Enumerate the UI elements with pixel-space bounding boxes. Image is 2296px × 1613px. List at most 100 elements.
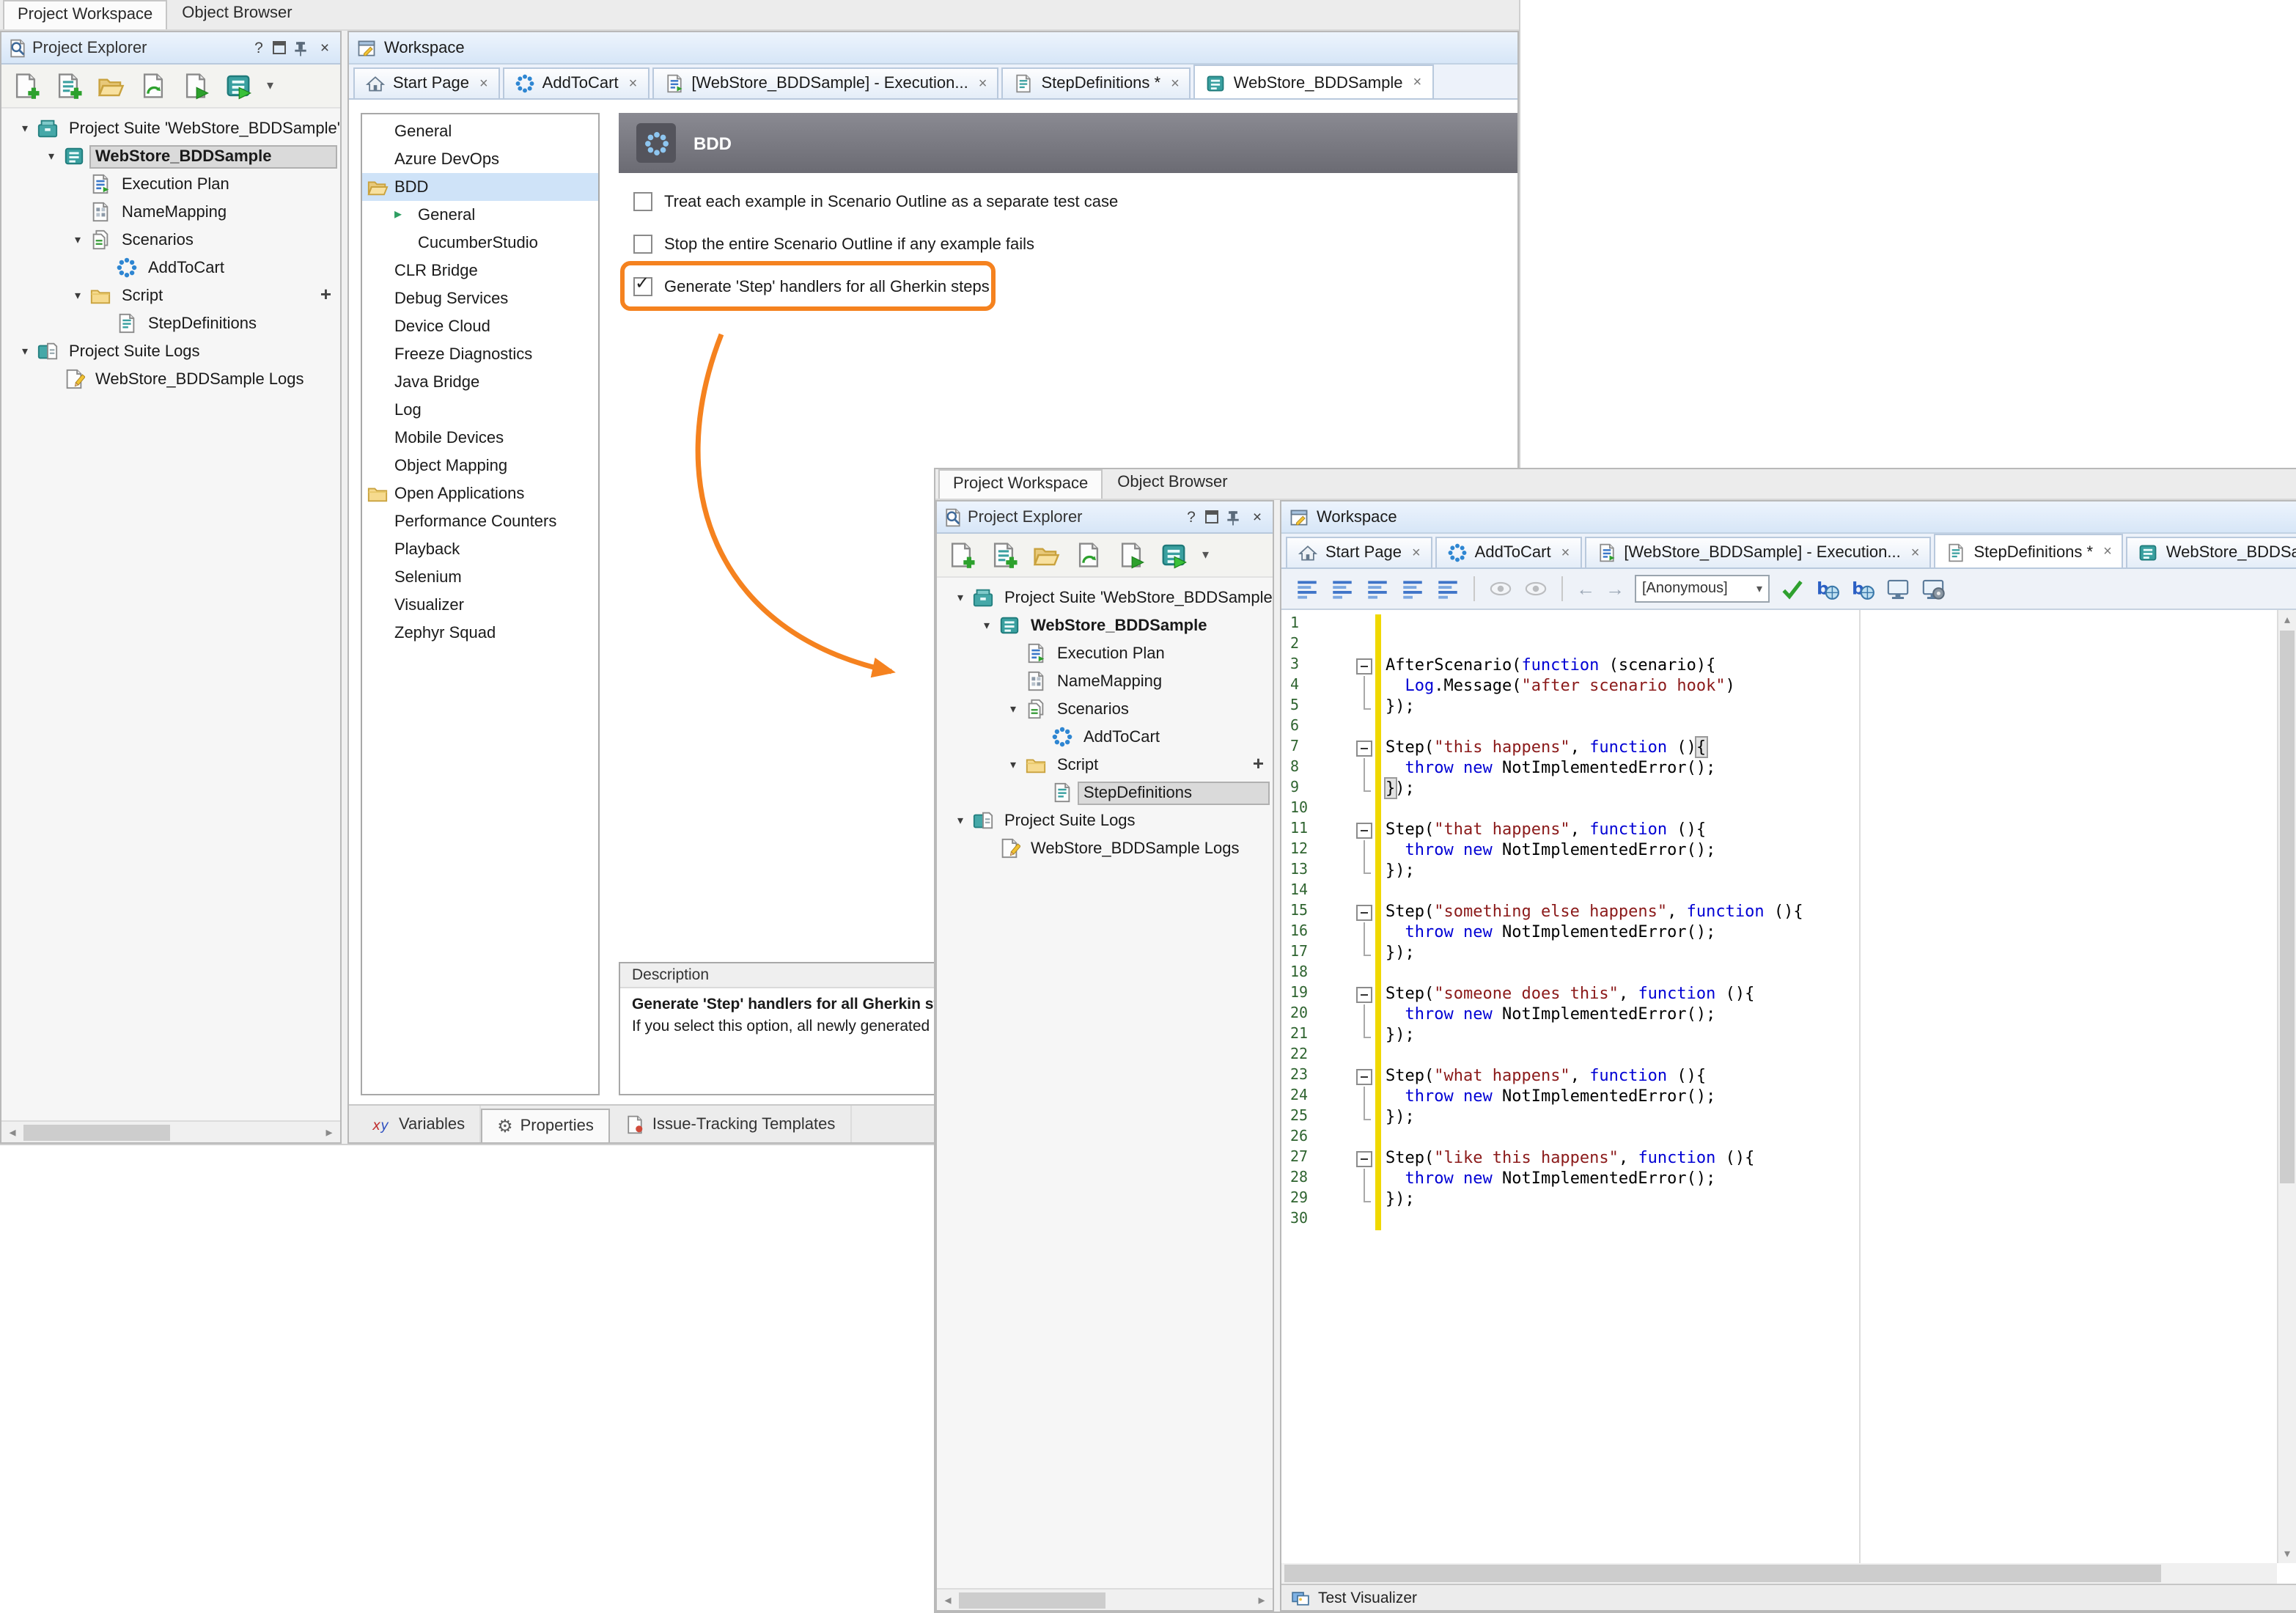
fold-toggle-icon[interactable] (1355, 1066, 1375, 1087)
checkbox-unchecked[interactable] (633, 192, 652, 211)
settings-nav-azure-devops[interactable]: Azure DevOps (362, 145, 598, 173)
run-remote-button[interactable] (1921, 576, 1946, 601)
expander-icon[interactable]: ▾ (1001, 702, 1025, 716)
add-new-item-button[interactable] (12, 72, 40, 100)
code-line[interactable]: 15Step("something else happens", functio… (1281, 902, 2277, 922)
horizontal-scrollbar[interactable]: ◂ ▸ (937, 1588, 1273, 1610)
test-visualizer-bar[interactable]: Test Visualizer (1281, 1584, 2296, 1610)
update-items-button[interactable] (1075, 541, 1103, 569)
run-project-button[interactable] (1160, 541, 1188, 569)
editor-tab-webstore-bddsample[interactable]: WebStore_BDDSample× (1194, 65, 1433, 100)
show-visualizer-frames-button[interactable] (1488, 576, 1513, 601)
expander-icon[interactable]: ▾ (13, 122, 37, 135)
tree-item-project-suite-webstore-bddsample-1-p[interactable]: ▾Project Suite 'WebStore_BDDSample' (1 p (937, 584, 1273, 611)
close-tab-icon[interactable]: × (1171, 76, 1180, 92)
scrollbar-thumb[interactable] (959, 1592, 1105, 1609)
code-line[interactable]: 12 throw new NotImplementedError(); (1281, 840, 2277, 861)
tree-item-stepdefinitions[interactable]: StepDefinitions (1, 309, 340, 337)
code-line[interactable]: 1 (1281, 614, 2277, 635)
expander-icon[interactable]: ▾ (66, 289, 89, 302)
editor-tab-addtocart[interactable]: AddToCart× (1435, 537, 1582, 567)
pin-button[interactable] (1223, 507, 1243, 527)
run-focused-item-button[interactable] (1117, 541, 1145, 569)
horizontal-scrollbar[interactable]: ◂ ▸ (1, 1120, 340, 1142)
editor-tab-stepdefinitions[interactable]: StepDefinitions *× (1934, 534, 2123, 569)
uncomment-block-button[interactable] (1330, 576, 1355, 601)
add-script-unit-button[interactable]: + (1253, 752, 1264, 774)
run-in-browser-alt-button[interactable] (1850, 576, 1875, 601)
top-tab-object-browser[interactable]: Object Browser (1104, 469, 1240, 499)
add-existing-item-button[interactable] (54, 72, 82, 100)
scrollbar-thumb[interactable] (23, 1125, 170, 1141)
float-window-button[interactable] (273, 41, 286, 54)
toolbar-overflow-icon[interactable]: ▾ (267, 78, 273, 94)
close-tab-icon[interactable]: × (979, 76, 987, 92)
hide-visualizer-frames-button[interactable] (1523, 576, 1548, 601)
scroll-up-icon[interactable]: ▴ (2278, 610, 2296, 629)
scroll-right-icon[interactable]: ▸ (1251, 1590, 1273, 1612)
option-row-treat-each-example-in-scenario-outli[interactable]: Treat each example in Scenario Outline a… (619, 180, 1517, 223)
format-code-button[interactable] (1435, 576, 1460, 601)
close-tab-icon[interactable]: × (1412, 545, 1421, 561)
settings-nav-visualizer[interactable]: Visualizer (362, 591, 598, 619)
code-line[interactable]: 3AfterScenario(function (scenario){ (1281, 655, 2277, 676)
code-line[interactable]: 24 throw new NotImplementedError(); (1281, 1087, 2277, 1107)
close-tab-icon[interactable]: × (629, 76, 638, 92)
settings-nav-open-applications[interactable]: Open Applications (362, 480, 598, 507)
tree-item-namemapping[interactable]: NameMapping (937, 667, 1273, 695)
fold-toggle-icon[interactable] (1355, 820, 1375, 840)
code-line[interactable]: 5}); (1281, 697, 2277, 717)
navigate-forward-button[interactable]: → (1605, 579, 1625, 598)
scrollbar-thumb[interactable] (2280, 631, 2295, 1183)
code-line[interactable]: 17}); (1281, 943, 2277, 963)
settings-nav-zephyr-squad[interactable]: Zephyr Squad (362, 619, 598, 647)
navigate-back-button[interactable]: ← (1576, 579, 1595, 598)
settings-nav-object-mapping[interactable]: Object Mapping (362, 452, 598, 480)
close-tab-icon[interactable]: × (1911, 545, 1920, 561)
settings-nav-general[interactable]: General (362, 117, 598, 145)
settings-nav-bdd[interactable]: BDD (362, 173, 598, 201)
close-tab-icon[interactable]: × (2103, 544, 2112, 560)
close-panel-button[interactable]: × (315, 39, 334, 56)
code-line[interactable]: 19Step("someone does this", function (){ (1281, 984, 2277, 1004)
expander-icon[interactable]: ▾ (40, 150, 63, 163)
pin-button[interactable] (290, 37, 311, 58)
close-tab-icon[interactable]: × (1413, 75, 1422, 91)
vertical-scrollbar[interactable]: ▴ ▾ (2277, 610, 2296, 1563)
open-item-button[interactable] (1032, 541, 1060, 569)
top-tab-object-browser[interactable]: Object Browser (169, 0, 305, 29)
editor-tab-stepdefinitions[interactable]: StepDefinitions *× (1001, 67, 1191, 98)
tree-item-scenarios[interactable]: ▾Scenarios (1, 226, 340, 254)
editor-tab-webstore-bddsample-execution[interactable]: [WebStore_BDDSample] - Execution...× (652, 67, 998, 98)
expander-icon[interactable]: ▾ (13, 345, 37, 358)
bottom-tab-properties[interactable]: ⚙Properties (481, 1109, 610, 1142)
code-editor[interactable]: 123AfterScenario(function (scenario){4 L… (1281, 610, 2277, 1563)
editor-tab-start-page[interactable]: Start Page× (353, 67, 500, 98)
tree-item-scenarios[interactable]: ▾Scenarios (937, 695, 1273, 723)
indent-lines-button[interactable] (1365, 576, 1390, 601)
code-line[interactable]: 10 (1281, 799, 2277, 820)
code-line[interactable]: 16 throw new NotImplementedError(); (1281, 922, 2277, 943)
comment-block-button[interactable] (1295, 576, 1320, 601)
expander-icon[interactable]: ▾ (949, 591, 972, 604)
code-line[interactable]: 7Step("this happens", function (){ (1281, 738, 2277, 758)
code-lines[interactable]: 123AfterScenario(function (scenario){4 L… (1281, 614, 2277, 1230)
tree-item-webstore-bddsample-logs[interactable]: WebStore_BDDSample Logs (1, 365, 340, 393)
tree-item-script[interactable]: ▾Script+ (937, 751, 1273, 779)
help-button[interactable]: ? (1182, 508, 1201, 526)
tree-item-webstore-bddsample[interactable]: ▾WebStore_BDDSample (1, 142, 340, 170)
toolbar-overflow-icon[interactable]: ▾ (1202, 547, 1209, 563)
close-panel-button[interactable]: × (1248, 508, 1267, 526)
expander-icon[interactable]: ▾ (1001, 758, 1025, 771)
horizontal-scrollbar[interactable] (1281, 1563, 2277, 1584)
settings-nav-selenium[interactable]: Selenium (362, 563, 598, 591)
settings-nav-mobile-devices[interactable]: Mobile Devices (362, 424, 598, 452)
option-row-generate-step-handlers-for-all-gherk[interactable]: ✓Generate 'Step' handlers for all Gherki… (619, 265, 1517, 308)
function-list-dropdown[interactable]: [Anonymous] ▾ (1635, 575, 1770, 603)
close-tab-icon[interactable]: × (479, 76, 488, 92)
code-line[interactable]: 28 throw new NotImplementedError(); (1281, 1169, 2277, 1189)
expander-icon[interactable]: ▾ (949, 814, 972, 827)
code-line[interactable]: 4 Log.Message("after scenario hook") (1281, 676, 2277, 697)
code-line[interactable]: 30 (1281, 1210, 2277, 1230)
tree-item-project-suite-logs[interactable]: ▾Project Suite Logs (1, 337, 340, 365)
